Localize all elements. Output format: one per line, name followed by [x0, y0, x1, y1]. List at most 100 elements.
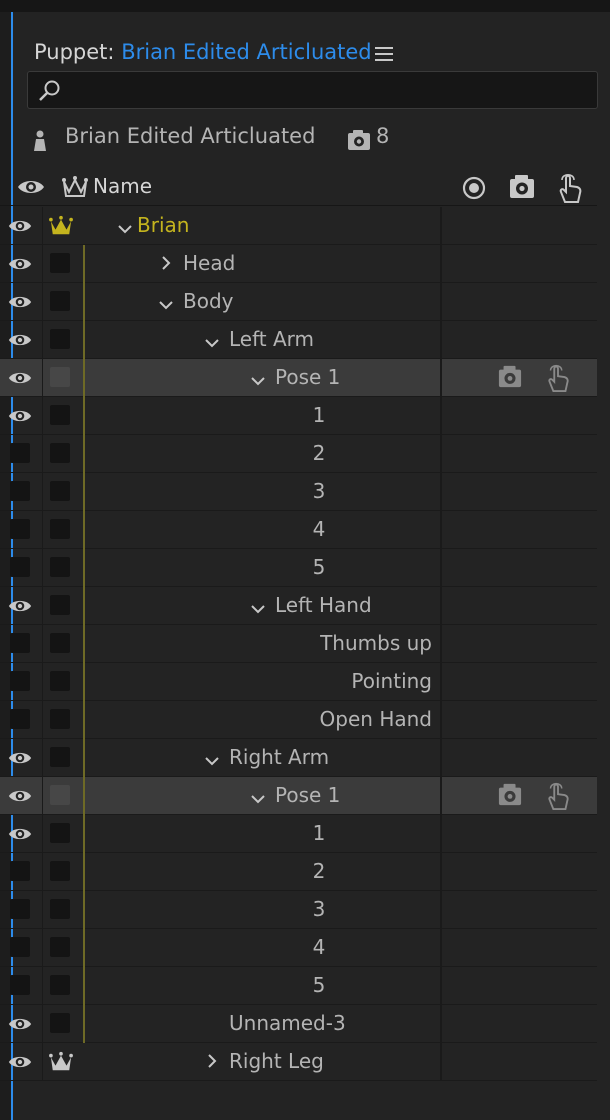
visibility-toggle[interactable]: [10, 861, 30, 881]
record-column-icon[interactable]: [461, 175, 487, 201]
panel-puppet-name[interactable]: Brian Edited Articluated: [121, 40, 371, 64]
visibility-toggle[interactable]: [10, 671, 30, 691]
origin-toggle[interactable]: [50, 481, 70, 501]
tree-row[interactable]: Left Hand: [0, 587, 597, 625]
behavior-camera-icon[interactable]: [497, 365, 523, 393]
chevron-down-icon[interactable]: [204, 334, 220, 353]
origin-toggle[interactable]: [50, 291, 70, 311]
origin-toggle[interactable]: [50, 861, 70, 881]
tree-row[interactable]: Right Leg: [0, 1043, 597, 1081]
tree-row[interactable]: 3: [0, 891, 597, 929]
tree-row-label: 1: [312, 403, 326, 427]
origin-toggle[interactable]: [50, 899, 70, 919]
tree-row[interactable]: Thumbs up: [0, 625, 597, 663]
chevron-right-icon[interactable]: [206, 1053, 218, 1073]
tree-row[interactable]: 4: [0, 511, 597, 549]
column-divider: [440, 245, 442, 283]
tree-row[interactable]: Pointing: [0, 663, 597, 701]
visibility-eye-icon[interactable]: [8, 292, 32, 312]
visibility-toggle[interactable]: [10, 443, 30, 463]
visibility-toggle[interactable]: [10, 481, 30, 501]
chevron-down-icon[interactable]: [250, 790, 266, 809]
chevron-down-icon[interactable]: [250, 600, 266, 619]
behavior-column-camera-icon[interactable]: [508, 174, 536, 200]
visibility-eye-icon[interactable]: [8, 786, 32, 806]
trigger-hand-icon[interactable]: [544, 781, 572, 815]
tree-row[interactable]: 5: [0, 967, 597, 1005]
behavior-camera-icon[interactable]: [497, 783, 523, 811]
tree-row[interactable]: Left Arm: [0, 321, 597, 359]
visibility-eye-icon[interactable]: [8, 216, 32, 236]
tree-row-label: Right Leg: [229, 1049, 324, 1073]
search-input[interactable]: [27, 71, 598, 109]
origin-toggle[interactable]: [50, 747, 70, 767]
origin-toggle[interactable]: [50, 253, 70, 273]
tree-row[interactable]: Unnamed-3: [0, 1005, 597, 1043]
origin-toggle[interactable]: [50, 1013, 70, 1033]
origin-toggle[interactable]: [50, 367, 70, 387]
hierarchy-guide-line: [83, 473, 85, 511]
visibility-column-eye-icon[interactable]: [17, 178, 45, 196]
origin-crown-icon[interactable]: [48, 215, 74, 241]
visibility-toggle[interactable]: [10, 557, 30, 577]
tree-row[interactable]: 1: [0, 397, 597, 435]
origin-toggle[interactable]: [50, 937, 70, 957]
tree-row-label: 5: [312, 973, 326, 997]
visibility-eye-icon[interactable]: [8, 330, 32, 350]
name-column-header[interactable]: Name: [93, 174, 152, 198]
visibility-eye-icon[interactable]: [8, 406, 32, 426]
tree-row[interactable]: Right Arm: [0, 739, 597, 777]
tree-row[interactable]: 4: [0, 929, 597, 967]
origin-crown-icon[interactable]: [48, 1051, 74, 1077]
origin-toggle[interactable]: [50, 785, 70, 805]
tree-row[interactable]: Head: [0, 245, 597, 283]
column-divider: [440, 549, 442, 587]
tree-row-label: 3: [312, 897, 326, 921]
visibility-toggle[interactable]: [10, 709, 30, 729]
origin-toggle[interactable]: [50, 443, 70, 463]
visibility-eye-icon[interactable]: [8, 748, 32, 768]
tree-row[interactable]: Body: [0, 283, 597, 321]
origin-toggle[interactable]: [50, 595, 70, 615]
tree-row[interactable]: 1: [0, 815, 597, 853]
visibility-toggle[interactable]: [10, 633, 30, 653]
origin-toggle[interactable]: [50, 405, 70, 425]
trigger-hand-icon[interactable]: [544, 363, 572, 397]
visibility-toggle[interactable]: [10, 937, 30, 957]
tree-row[interactable]: 5: [0, 549, 597, 587]
chevron-right-icon[interactable]: [160, 255, 172, 275]
origin-toggle[interactable]: [50, 671, 70, 691]
tree-row[interactable]: Brian: [0, 207, 597, 245]
origin-toggle[interactable]: [50, 329, 70, 349]
tree-row-label: Open Hand: [319, 707, 432, 731]
chevron-down-icon[interactable]: [117, 220, 133, 239]
origin-toggle[interactable]: [50, 709, 70, 729]
visibility-eye-icon[interactable]: [8, 368, 32, 388]
visibility-eye-icon[interactable]: [8, 824, 32, 844]
tree-row[interactable]: 3: [0, 473, 597, 511]
tree-row[interactable]: 2: [0, 853, 597, 891]
origin-toggle[interactable]: [50, 557, 70, 577]
chevron-down-icon[interactable]: [158, 296, 174, 315]
origin-toggle[interactable]: [50, 519, 70, 539]
origin-column-crown-icon[interactable]: [61, 174, 89, 200]
origin-toggle[interactable]: [50, 823, 70, 843]
tree-row[interactable]: Open Hand: [0, 701, 597, 739]
chevron-down-icon[interactable]: [250, 372, 266, 391]
visibility-eye-icon[interactable]: [8, 596, 32, 616]
origin-toggle[interactable]: [50, 975, 70, 995]
visibility-eye-icon[interactable]: [8, 254, 32, 274]
origin-toggle[interactable]: [50, 633, 70, 653]
visibility-eye-icon[interactable]: [8, 1014, 32, 1034]
visibility-toggle[interactable]: [10, 975, 30, 995]
tree-row[interactable]: Pose 1: [0, 359, 597, 397]
behavior-camera-icon: [348, 130, 370, 150]
visibility-toggle[interactable]: [10, 899, 30, 919]
trigger-column-hand-icon[interactable]: [555, 172, 585, 204]
panel-menu-icon[interactable]: [375, 46, 393, 62]
visibility-eye-icon[interactable]: [8, 1052, 32, 1072]
tree-row[interactable]: Pose 1: [0, 777, 597, 815]
tree-row[interactable]: 2: [0, 435, 597, 473]
visibility-toggle[interactable]: [10, 519, 30, 539]
chevron-down-icon[interactable]: [204, 752, 220, 771]
